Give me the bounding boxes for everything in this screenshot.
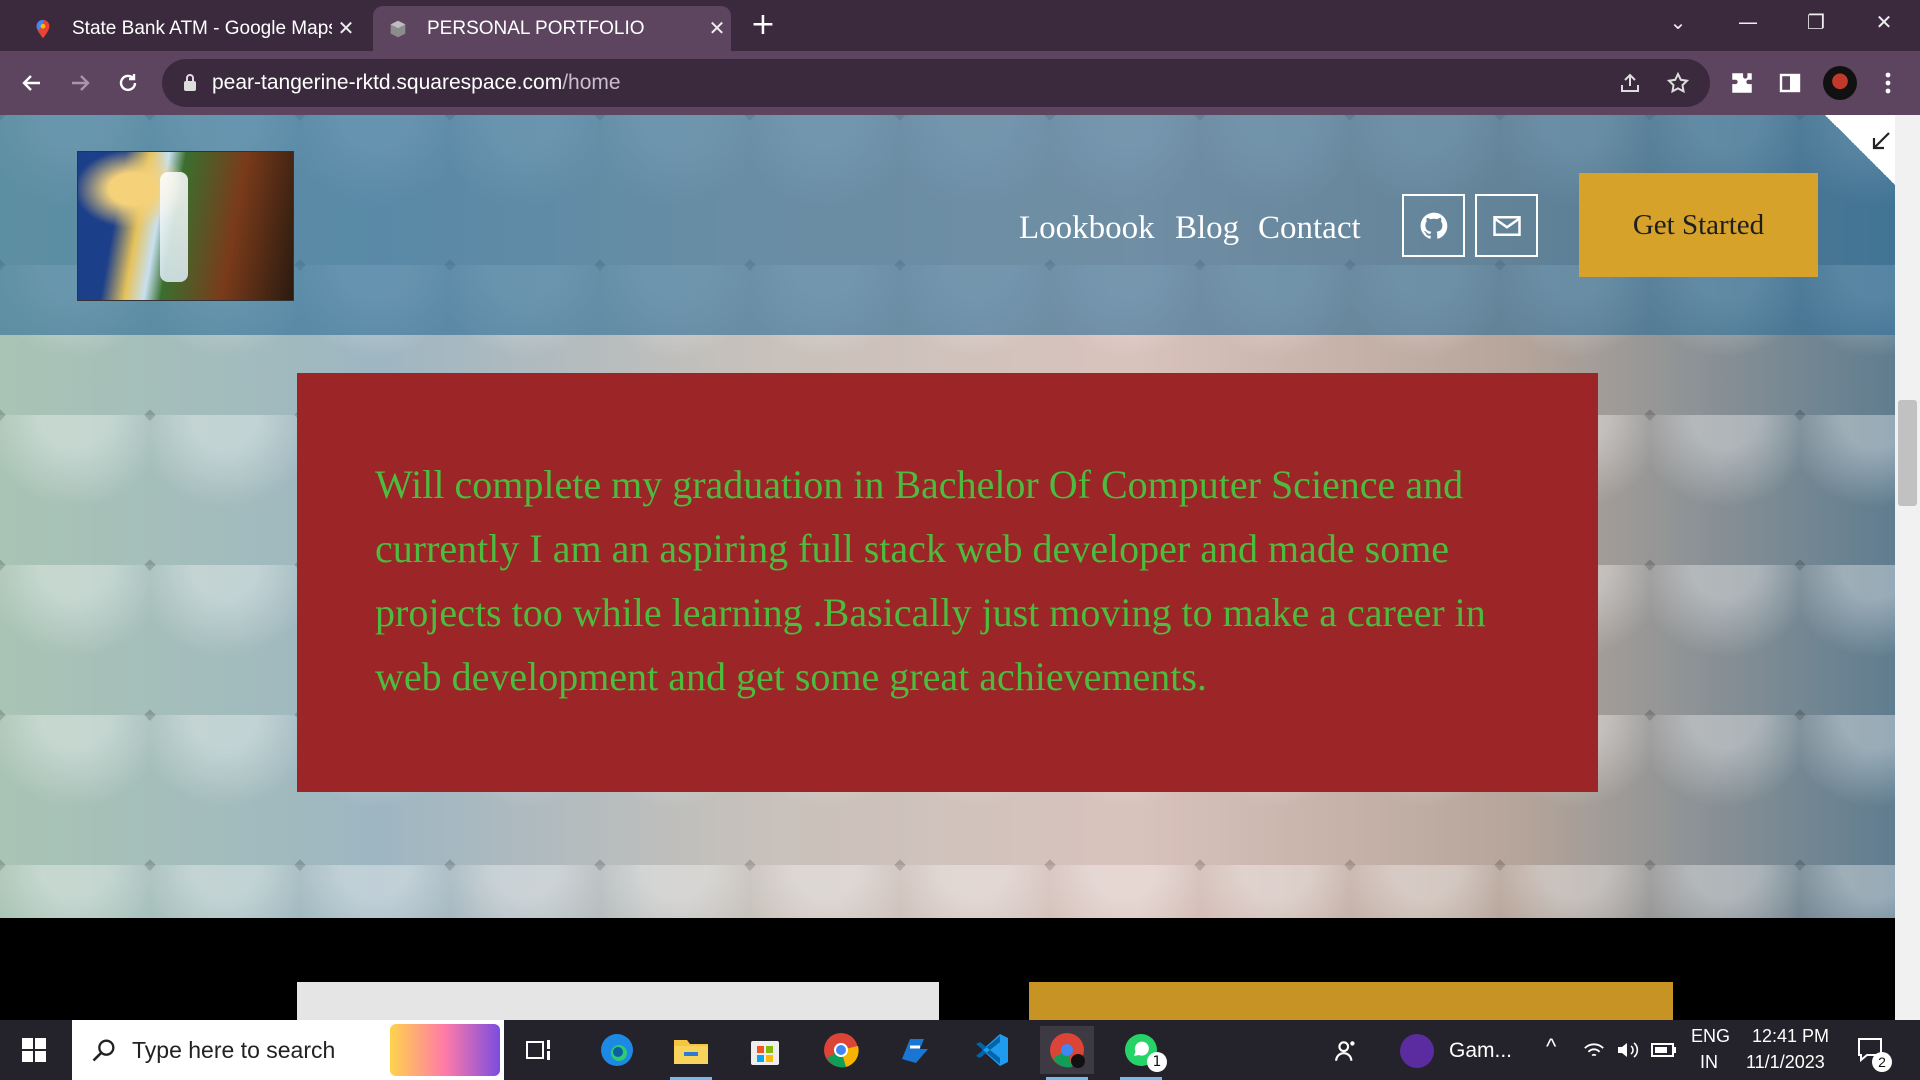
taskbar-search[interactable]: Type here to search	[72, 1020, 504, 1080]
about-text: Will complete my graduation in Bachelor …	[375, 462, 1486, 699]
whatsapp-icon[interactable]: 1	[1114, 1026, 1168, 1080]
url-path: /home	[562, 71, 621, 94]
chrome-profile-icon[interactable]	[1040, 1026, 1094, 1080]
tab-personal-portfolio[interactable]: PERSONAL PORTFOLIO ✕	[373, 6, 731, 51]
search-highlight-image	[390, 1024, 500, 1076]
task-view-icon[interactable]	[512, 1026, 566, 1074]
github-button[interactable]	[1402, 194, 1465, 257]
nav-lookbook[interactable]: Lookbook	[1019, 203, 1155, 253]
taskbar: Type here to search 1 Gam... ^ ENG IN 12…	[0, 1020, 1920, 1080]
extensions-icon[interactable]	[1724, 65, 1760, 101]
tab-search-icon[interactable]: ⌄	[1650, 0, 1706, 44]
about-card: Will complete my graduation in Bachelor …	[297, 373, 1598, 792]
browser-menu-icon[interactable]	[1870, 65, 1906, 101]
arrow-right-icon	[72, 75, 90, 91]
exit-preview-corner[interactable]	[1825, 115, 1895, 185]
get-started-button[interactable]: Get Started	[1579, 173, 1818, 277]
google-maps-icon	[36, 19, 50, 38]
new-tab-button[interactable]: +	[748, 10, 778, 40]
edge-icon[interactable]	[590, 1026, 644, 1074]
region-code[interactable]: IN	[1700, 1052, 1718, 1073]
close-window-button[interactable]: ✕	[1856, 0, 1912, 44]
tab-google-maps[interactable]: State Bank ATM - Google Maps ✕	[20, 6, 360, 51]
vscode-icon[interactable]	[965, 1026, 1019, 1074]
collapse-arrow-icon	[1872, 132, 1890, 150]
clock-date[interactable]: 11/1/2023	[1746, 1052, 1825, 1073]
search-placeholder: Type here to search	[132, 1037, 336, 1063]
language-code[interactable]: ENG	[1691, 1026, 1730, 1047]
light-panel	[297, 982, 939, 1020]
email-button[interactable]	[1475, 194, 1538, 257]
nav-blog[interactable]: Blog	[1175, 203, 1239, 253]
notification-count: 2	[1872, 1052, 1892, 1072]
wifi-icon[interactable]	[1583, 1040, 1605, 1060]
page-viewport: Lookbook Blog Contact Get Started Will c…	[0, 115, 1895, 1020]
forward-button[interactable]	[62, 65, 98, 101]
github-icon	[1420, 212, 1447, 239]
microsoft-store-icon[interactable]	[738, 1026, 792, 1074]
gold-panel	[1029, 982, 1673, 1020]
people-icon[interactable]	[1334, 1038, 1360, 1064]
url-host: pear-tangerine-rktd.squarespace.com	[212, 71, 563, 94]
reload-button[interactable]	[110, 65, 146, 101]
clock-time[interactable]: 12:41 PM	[1752, 1026, 1829, 1047]
tab-strip: State Bank ATM - Google Maps ✕ PERSONAL …	[0, 0, 1920, 51]
close-tab-icon[interactable]: ✕	[703, 15, 731, 43]
browser-toolbar: pear-tangerine-rktd.squarespace.com/home	[0, 51, 1920, 115]
nav-contact[interactable]: Contact	[1258, 203, 1361, 253]
lock-icon	[184, 74, 196, 91]
squarespace-cube-icon	[390, 20, 406, 37]
minimize-button[interactable]: —	[1720, 0, 1776, 44]
scrollbar-thumb[interactable]	[1898, 400, 1917, 506]
reload-icon	[119, 74, 137, 92]
arrow-left-icon	[22, 75, 40, 91]
game-label[interactable]: Gam...	[1449, 1039, 1512, 1063]
share-icon[interactable]	[1612, 65, 1648, 101]
url-text: pear-tangerine-rktd.squarespace.com/home	[212, 71, 621, 95]
bookmark-star-icon[interactable]	[1660, 65, 1696, 101]
game-app-icon[interactable]	[1400, 1034, 1434, 1068]
file-explorer-icon[interactable]	[664, 1026, 718, 1080]
chrome-icon[interactable]	[814, 1026, 868, 1074]
show-hidden-icons-chevron-icon[interactable]: ^	[1546, 1034, 1556, 1060]
address-bar[interactable]: pear-tangerine-rktd.squarespace.com/home	[162, 59, 1710, 107]
windows-start-icon[interactable]	[14, 1035, 54, 1065]
close-tab-icon[interactable]: ✕	[332, 15, 360, 43]
search-icon	[92, 1039, 115, 1062]
mail-icon	[1492, 215, 1521, 236]
logo-waterfall	[160, 172, 188, 282]
restore-button[interactable]: ❐	[1788, 0, 1844, 44]
site-logo[interactable]	[77, 151, 294, 301]
profile-avatar[interactable]	[1823, 66, 1857, 100]
dev-tool-icon[interactable]	[888, 1026, 942, 1074]
tab-title: PERSONAL PORTFOLIO	[427, 17, 645, 39]
tab-title: State Bank ATM - Google Maps	[72, 17, 332, 39]
back-button[interactable]	[14, 65, 50, 101]
speaker-icon[interactable]	[1615, 1040, 1639, 1060]
side-panel-icon[interactable]	[1772, 65, 1808, 101]
battery-icon[interactable]	[1651, 1042, 1677, 1058]
page-scrollbar[interactable]	[1895, 115, 1920, 1020]
whatsapp-badge: 1	[1147, 1052, 1167, 1072]
